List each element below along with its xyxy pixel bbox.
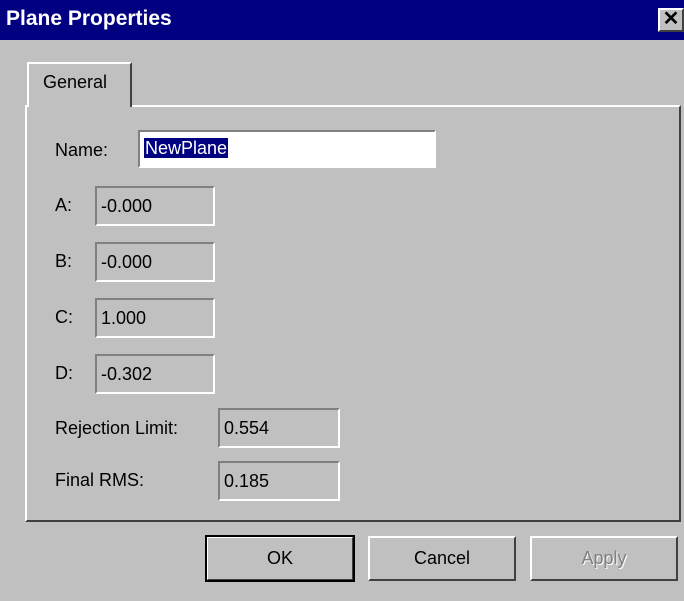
c-label: C: (55, 307, 73, 327)
rejection-limit-label: Rejection Limit: (55, 418, 179, 438)
cancel-button[interactable]: Cancel (368, 536, 516, 581)
d-field: -0.302 (95, 354, 215, 394)
a-field: -0.000 (95, 186, 215, 226)
b-field: -0.000 (95, 242, 215, 282)
tab-general-label: General (43, 72, 108, 92)
final-rms-field: 0.185 (218, 461, 340, 501)
name-label: Name: (55, 140, 109, 160)
final-rms-label: Final RMS: (55, 470, 145, 490)
name-value: NewPlane (144, 138, 229, 158)
title-bar: Plane Properties ✕ (0, 0, 684, 40)
ok-button[interactable]: OK (205, 535, 355, 582)
tab-general[interactable]: General (27, 62, 132, 107)
c-field: 1.000 (95, 298, 215, 338)
d-label: D: (55, 363, 73, 383)
apply-button[interactable]: Apply (530, 536, 678, 581)
close-icon[interactable]: ✕ (658, 8, 684, 32)
a-label: A: (55, 195, 73, 215)
window-title: Plane Properties (6, 7, 172, 30)
rejection-limit-field: 0.554 (218, 408, 340, 448)
name-input[interactable]: NewPlane (138, 130, 436, 168)
b-label: B: (55, 251, 73, 271)
